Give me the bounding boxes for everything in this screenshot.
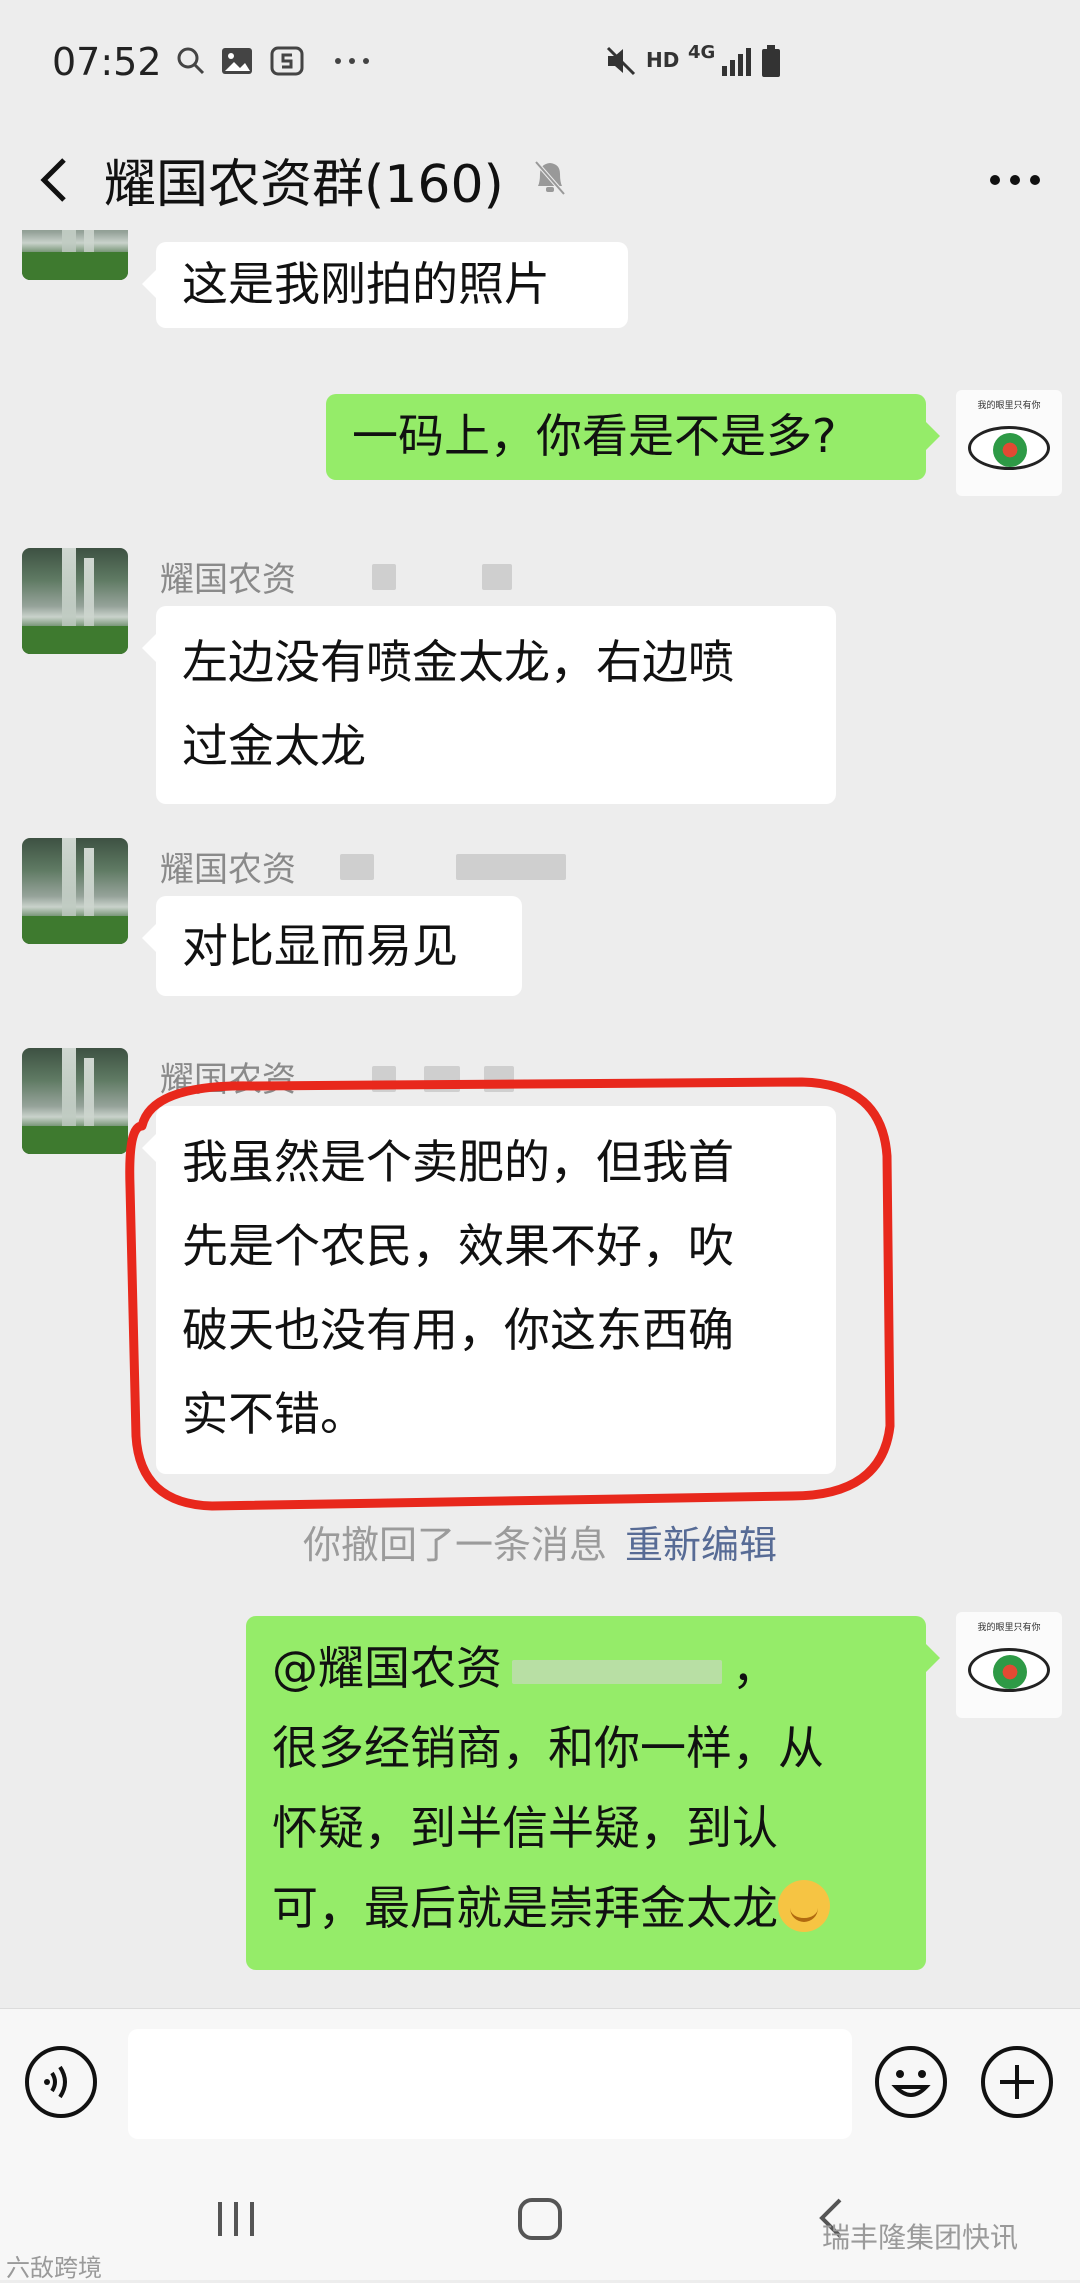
recall-notice: 你撤回了一条消息 重新编辑 <box>0 1514 1080 1569</box>
sender-avatar[interactable] <box>22 548 128 654</box>
red-highlight-circle <box>125 1077 895 1511</box>
message-list[interactable]: 这是我刚拍的照片 一码上，你看是不是多? 我的眼里只有你 耀国农资 左边没有喷金… <box>0 230 1080 2000</box>
more-dots-icon <box>335 58 369 64</box>
input-bar <box>0 2008 1080 2159</box>
message-line: 过金太龙 <box>182 719 366 773</box>
self-avatar[interactable]: 我的眼里只有你 <box>956 1612 1062 1718</box>
message-line: 怀疑，到半信半疑，到认 <box>272 1801 778 1855</box>
message-bubble-self[interactable]: @耀国农资 ， 很多经销商，和你一样，从 怀疑，到半信半疑，到认 可，最后就是崇拜… <box>246 1616 940 1970</box>
status-bar: 07:52 HD 4G <box>0 0 1080 130</box>
gallery-icon <box>222 48 252 74</box>
message-bubble-self[interactable]: 一码上，你看是不是多? <box>326 394 940 480</box>
message-input[interactable] <box>128 2029 852 2139</box>
message-line: 很多经销商，和你一样，从 <box>272 1721 824 1775</box>
self-avatar[interactable]: 我的眼里只有你 <box>956 390 1062 496</box>
sender-name: 耀国农资 <box>160 560 296 600</box>
4g-icon: 4G <box>688 42 716 63</box>
recall-text: 你撤回了一条消息 <box>302 1523 607 1567</box>
message-bubble[interactable]: 对比显而易见 <box>142 896 522 996</box>
message-bubble[interactable]: 左边没有喷金太龙，右边喷 过金太龙 <box>142 606 836 804</box>
status-time: 07:52 <box>52 40 162 84</box>
sender-name: 耀国农资 <box>160 850 296 890</box>
sender-avatar[interactable] <box>22 230 128 280</box>
mention-text[interactable]: @耀国农资 <box>272 1641 502 1695</box>
s-app-icon <box>270 46 304 76</box>
search-icon <box>177 47 205 75</box>
emoji-icon[interactable] <box>872 2043 950 2121</box>
bell-muted-icon <box>534 160 566 196</box>
eye-icon <box>968 1648 1050 1692</box>
message-line: @耀国农资 ， <box>272 1628 900 1708</box>
signal-icon <box>722 48 751 76</box>
eye-icon <box>968 426 1050 470</box>
mute-icon <box>606 46 636 76</box>
voice-input-icon[interactable] <box>22 2043 100 2121</box>
home-icon[interactable] <box>514 2194 566 2244</box>
redacted-block <box>482 564 512 590</box>
system-nav-bar: 六敌跨境 瑞丰隆集团快讯 <box>0 2158 1080 2282</box>
hd-icon: HD <box>646 48 680 72</box>
redacted-block <box>340 854 374 880</box>
message-line: 可，最后就是崇拜金太龙 <box>272 1868 900 1948</box>
redacted-block <box>372 564 396 590</box>
message-text: 可，最后就是崇拜金太龙 <box>272 1881 778 1935</box>
chat-header: 耀国农资群(160) <box>0 130 1080 230</box>
redacted-block <box>456 854 566 880</box>
more-options-icon[interactable] <box>970 144 1060 216</box>
message-text: 对比显而易见 <box>182 919 458 973</box>
watermark-right: 瑞丰隆集团快讯 <box>822 2221 1019 2254</box>
smirk-emoji-icon <box>778 1880 830 1932</box>
chat-title: 耀国农资群(160) <box>104 155 504 215</box>
redacted-block <box>512 1659 722 1684</box>
recent-apps-icon[interactable] <box>212 2196 260 2242</box>
re-edit-link[interactable]: 重新编辑 <box>625 1523 777 1567</box>
message-line: 左边没有喷金太龙，右边喷 <box>182 635 734 689</box>
battery-icon <box>762 45 780 77</box>
message-bubble[interactable]: 这是我刚拍的照片 <box>142 242 628 328</box>
sender-avatar[interactable] <box>22 838 128 944</box>
back-arrow-icon[interactable] <box>20 140 90 220</box>
watermark-left: 六敌跨境 <box>6 2254 102 2282</box>
plus-icon[interactable] <box>978 2043 1056 2121</box>
message-text: 这是我刚拍的照片 <box>182 257 550 311</box>
avatar-caption: 我的眼里只有你 <box>977 401 1041 411</box>
message-text: 一码上，你看是不是多? <box>352 409 837 463</box>
avatar-caption: 我的眼里只有你 <box>977 1623 1041 1633</box>
punctuation: ， <box>732 1641 778 1695</box>
